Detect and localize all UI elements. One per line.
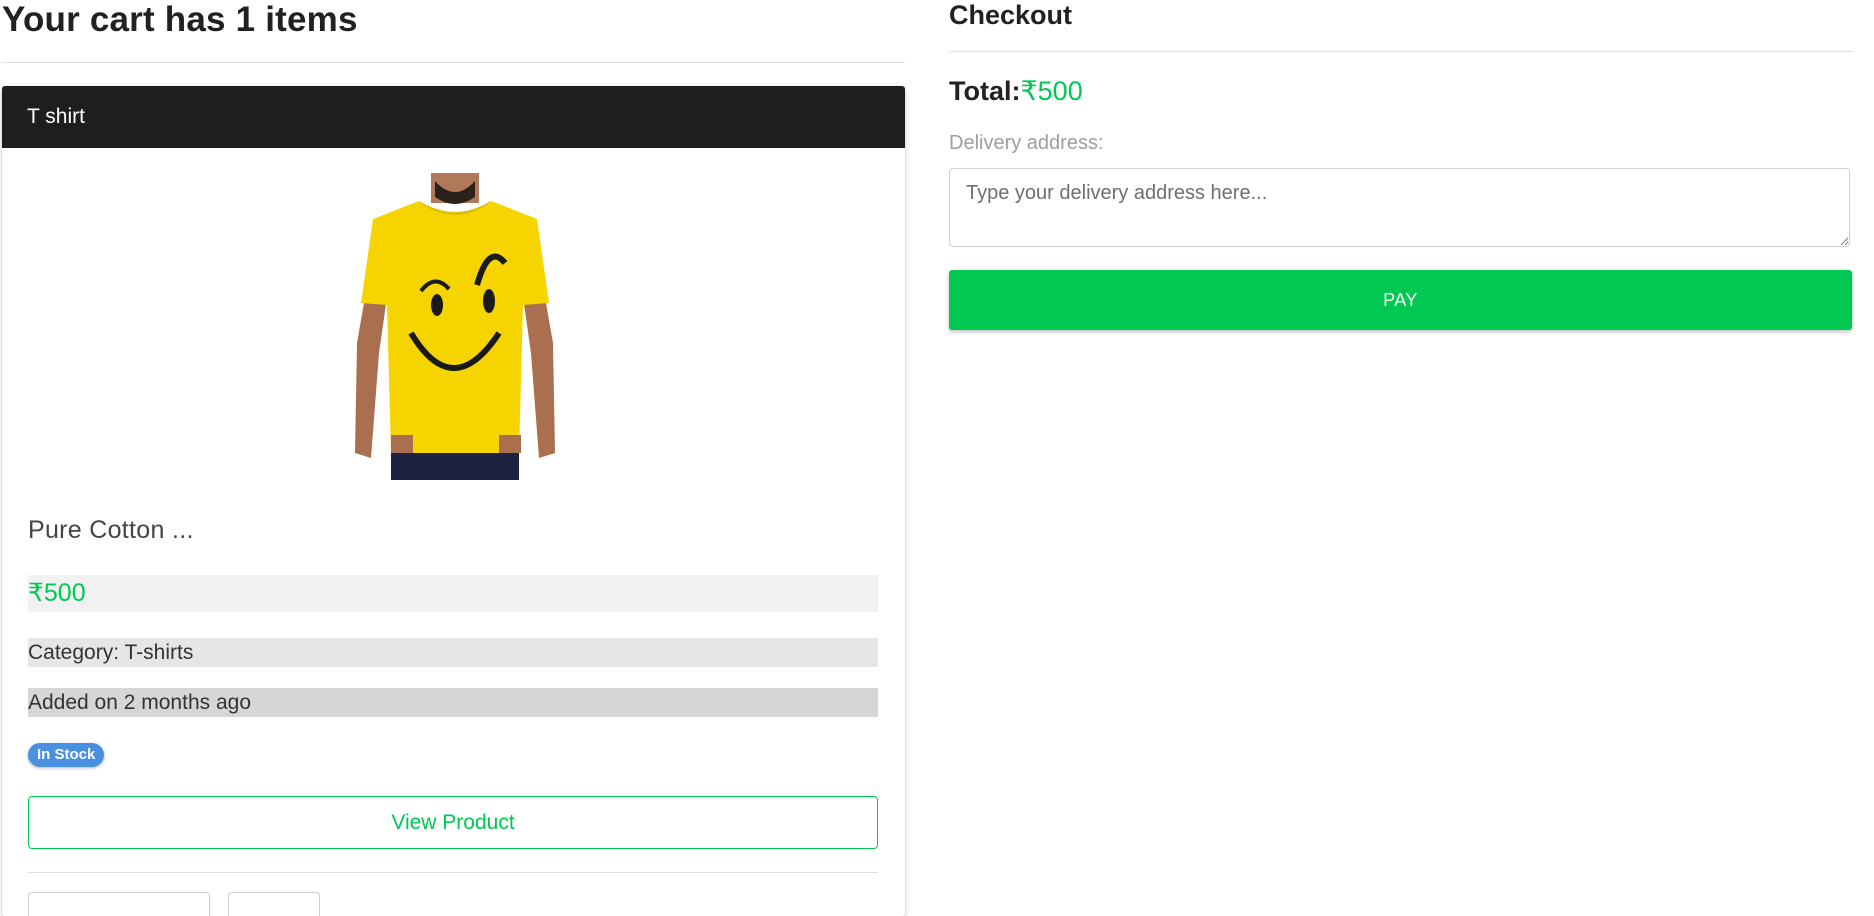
divider bbox=[949, 51, 1852, 52]
address-label: Delivery address: bbox=[949, 132, 1104, 154]
product-added-date: Added on 2 months ago bbox=[28, 688, 878, 717]
checkout-title: Checkout bbox=[949, 0, 1073, 30]
pay-button[interactable]: PAY bbox=[949, 270, 1852, 330]
checkout-total: Total:₹500 bbox=[949, 75, 1083, 107]
delivery-address-input[interactable] bbox=[949, 168, 1850, 247]
product-category: Category: T-shirts bbox=[28, 638, 878, 667]
card-footer-button[interactable] bbox=[228, 892, 320, 916]
card-footer-button[interactable] bbox=[28, 892, 210, 916]
product-description: Pure Cotton ... bbox=[28, 516, 194, 544]
total-amount: ₹500 bbox=[1020, 76, 1083, 106]
divider bbox=[2, 62, 905, 63]
card-header: T shirt bbox=[2, 86, 905, 148]
view-product-button[interactable]: View Product bbox=[28, 796, 878, 849]
total-label: Total: bbox=[949, 76, 1021, 106]
card-divider bbox=[28, 872, 878, 873]
product-image bbox=[349, 173, 561, 480]
cart-item-card: T shirt Pure Cotton ... ₹500 Category: T… bbox=[2, 86, 905, 916]
cart-title: Your cart has 1 items bbox=[2, 0, 358, 39]
stock-badge: In Stock bbox=[28, 743, 105, 767]
product-price: ₹500 bbox=[28, 575, 878, 612]
